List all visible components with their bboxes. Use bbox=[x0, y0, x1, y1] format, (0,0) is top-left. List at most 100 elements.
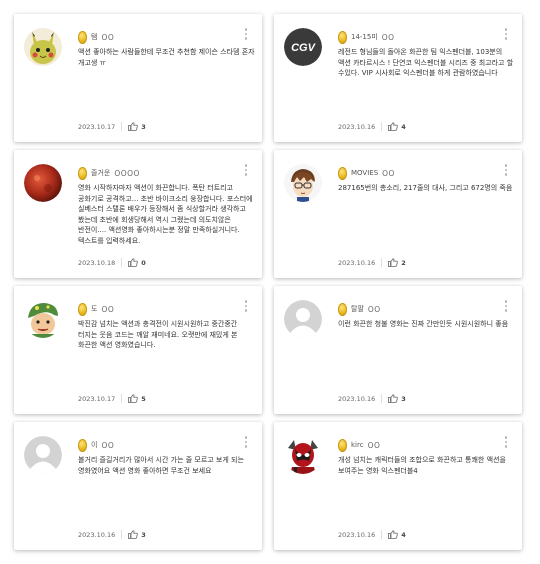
review-header: 즐거운 OOOO bbox=[78, 166, 140, 180]
like-button[interactable]: 4 bbox=[381, 122, 406, 131]
more-dots-icon[interactable] bbox=[244, 28, 248, 40]
like-count: 4 bbox=[401, 122, 406, 131]
coin-icon bbox=[78, 30, 87, 44]
thumbs-up-icon bbox=[388, 122, 399, 131]
like-button[interactable]: 5 bbox=[121, 394, 146, 403]
like-button[interactable]: 3 bbox=[121, 122, 146, 131]
coin-icon bbox=[338, 166, 347, 180]
review-text: 박진감 넘치는 액션과 충격전이 시원시원하고 중간중간 터지는 웃음 코드는 … bbox=[78, 320, 238, 349]
review-text: 레전드 형님들의 돌아온 화끈한 팀 익스펜더블, 103분의 액션 카타르시스… bbox=[338, 48, 514, 77]
like-count: 4 bbox=[401, 530, 406, 539]
like-button[interactable]: 3 bbox=[121, 530, 146, 539]
coin-icon bbox=[338, 302, 347, 316]
reviewer-nickname[interactable]: 탈팔 bbox=[351, 304, 364, 314]
more-dots-icon[interactable] bbox=[504, 300, 508, 312]
more-dots-icon[interactable] bbox=[244, 436, 248, 448]
review-header: 이 OO bbox=[78, 438, 114, 452]
reviewer-nickname[interactable]: 이 bbox=[91, 440, 97, 450]
coin-icon bbox=[78, 302, 87, 316]
red-sphere-avatar[interactable] bbox=[24, 164, 62, 202]
like-button[interactable]: 4 bbox=[381, 530, 406, 539]
review-text: 이런 화끈한 청불 영화는 진짜 간만인듯 시원시원하니 좋음 bbox=[338, 320, 509, 328]
review-header: kirc OO bbox=[338, 438, 380, 452]
review-text: 액션 좋아하는 사람들한테 무조건 추천함 제이슨 스타뎀 혼자 개고생 ㅠ bbox=[78, 48, 255, 67]
cgv-logo-avatar[interactable]: CGV bbox=[284, 28, 322, 66]
review-date: 2023.10.16 bbox=[78, 530, 116, 539]
review-footer: 2023.10.16 3 bbox=[78, 530, 146, 539]
like-count: 3 bbox=[141, 530, 146, 539]
reviewer-masked-id: OOOO bbox=[114, 168, 140, 178]
review-text: 개성 넘치는 캐릭터들의 조합으로 화끈하고 통쾌한 액션을 보여주는 영화 익… bbox=[338, 456, 506, 475]
thumbs-up-icon bbox=[128, 394, 139, 403]
review-card: CGV 14-15미 OO 레전드 형님들의 돌아온 화끈한 팀 익스펜더블, … bbox=[274, 14, 522, 142]
thumbs-up-icon bbox=[388, 394, 399, 403]
review-card: 도 OO 박진감 넘치는 액션과 충격전이 시원시원하고 중간중간 터지는 웃음… bbox=[14, 286, 262, 414]
review-footer: 2023.10.17 5 bbox=[78, 394, 146, 403]
review-date: 2023.10.18 bbox=[78, 258, 116, 267]
review-date: 2023.10.16 bbox=[338, 122, 376, 131]
review-card: 즐거운 OOOO 영화 시작하자마자 액션이 화끈합니다. 폭탄 터트리고 공화… bbox=[14, 150, 262, 278]
deadpool-avatar[interactable] bbox=[284, 436, 322, 474]
review-header: 탬 OO bbox=[78, 30, 114, 44]
like-count: 2 bbox=[401, 258, 406, 267]
review-card: MOVIES OO 287165번의 총소리, 217줄의 대사, 그리고 67… bbox=[274, 150, 522, 278]
more-dots-icon[interactable] bbox=[244, 300, 248, 312]
review-text: 287165번의 총소리, 217줄의 대사, 그리고 672명의 죽음 bbox=[338, 184, 513, 192]
thumbs-up-icon bbox=[388, 258, 399, 267]
reviewer-masked-id: OO bbox=[367, 304, 381, 314]
reviewer-masked-id: OO bbox=[367, 440, 381, 450]
like-button[interactable]: 0 bbox=[121, 258, 146, 267]
review-date: 2023.10.16 bbox=[338, 258, 376, 267]
review-header: 14-15미 OO bbox=[338, 30, 395, 44]
pikachu-avatar[interactable] bbox=[24, 28, 62, 66]
like-button[interactable]: 2 bbox=[381, 258, 406, 267]
review-date: 2023.10.16 bbox=[338, 394, 376, 403]
review-header: MOVIES OO bbox=[338, 166, 395, 180]
reviewer-nickname[interactable]: MOVIES bbox=[351, 169, 378, 177]
review-date: 2023.10.17 bbox=[78, 122, 116, 131]
reviewer-nickname[interactable]: 도 bbox=[91, 304, 97, 314]
reviewer-masked-id: OO bbox=[101, 440, 115, 450]
reviewer-masked-id: OO bbox=[101, 32, 115, 42]
review-card: 탬 OO 액션 좋아하는 사람들한테 무조건 추천함 제이슨 스타뎀 혼자 개고… bbox=[14, 14, 262, 142]
thumbs-up-icon bbox=[388, 530, 399, 539]
review-footer: 2023.10.16 3 bbox=[338, 394, 406, 403]
review-card: 이 OO 볼거리 즐길거리가 많아서 시간 가는 줄 모르고 보게 되는 영화였… bbox=[14, 422, 262, 550]
like-count: 5 bbox=[141, 394, 146, 403]
review-header: 도 OO bbox=[78, 302, 114, 316]
default-user-avatar[interactable] bbox=[284, 300, 322, 338]
reviewer-masked-id: OO bbox=[101, 304, 115, 314]
green-cap-character-avatar[interactable] bbox=[24, 300, 62, 338]
review-footer: 2023.10.18 0 bbox=[78, 258, 146, 267]
reviewer-masked-id: OO bbox=[381, 32, 395, 42]
reviewer-nickname[interactable]: 14-15미 bbox=[351, 32, 378, 42]
reviewer-nickname[interactable]: kirc bbox=[351, 441, 364, 449]
review-card: 탈팔 OO 이런 화끈한 청불 영화는 진짜 간만인듯 시원시원하니 좋음 20… bbox=[274, 286, 522, 414]
thumbs-up-icon bbox=[128, 258, 139, 267]
like-count: 3 bbox=[141, 122, 146, 131]
more-dots-icon[interactable] bbox=[504, 28, 508, 40]
like-button[interactable]: 3 bbox=[381, 394, 406, 403]
thumbs-up-icon bbox=[128, 122, 139, 131]
more-dots-icon[interactable] bbox=[504, 164, 508, 176]
review-date: 2023.10.16 bbox=[338, 530, 376, 539]
review-footer: 2023.10.16 4 bbox=[338, 122, 406, 131]
review-footer: 2023.10.16 4 bbox=[338, 530, 406, 539]
thumbs-up-icon bbox=[128, 530, 139, 539]
review-card-grid: 탬 OO 액션 좋아하는 사람들한테 무조건 추천함 제이슨 스타뎀 혼자 개고… bbox=[0, 0, 540, 564]
svg-text:CGV: CGV bbox=[291, 42, 317, 54]
review-header: 탈팔 OO bbox=[338, 302, 381, 316]
anime-character-avatar[interactable] bbox=[284, 164, 322, 202]
review-text: 볼거리 즐길거리가 많아서 시간 가는 줄 모르고 보게 되는 영화였어요 액션… bbox=[78, 456, 244, 475]
coin-icon bbox=[338, 30, 347, 44]
more-dots-icon[interactable] bbox=[244, 164, 248, 176]
reviewer-nickname[interactable]: 즐거운 bbox=[91, 168, 110, 178]
like-count: 3 bbox=[401, 394, 406, 403]
reviewer-nickname[interactable]: 탬 bbox=[91, 32, 97, 42]
review-footer: 2023.10.16 2 bbox=[338, 258, 406, 267]
default-user-avatar[interactable] bbox=[24, 436, 62, 474]
review-text: 영화 시작하자마자 액션이 화끈합니다. 폭탄 터트리고 공화기로 공격하고..… bbox=[78, 184, 253, 245]
more-dots-icon[interactable] bbox=[504, 436, 508, 448]
review-date: 2023.10.17 bbox=[78, 394, 116, 403]
coin-icon bbox=[78, 166, 87, 180]
